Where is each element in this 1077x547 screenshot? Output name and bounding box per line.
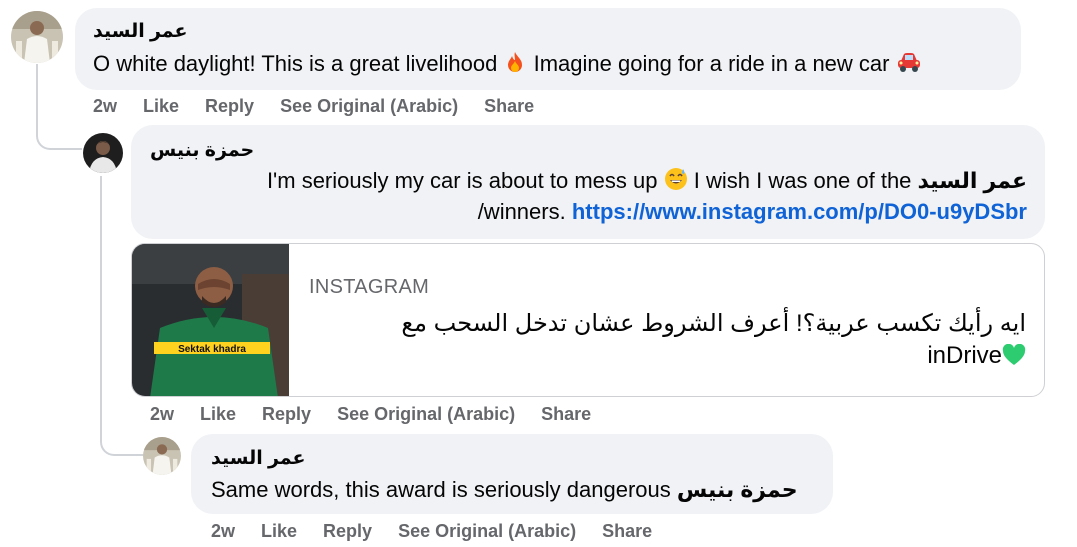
link-preview-card[interactable]: Sektak khadra INSTAGRAM ايه رأيك تكسب عر… xyxy=(131,243,1045,397)
preview-title-brand: inDrive xyxy=(927,342,1002,369)
comment-text-line1: I'm seriously my car is about to mess up… xyxy=(267,167,1027,197)
avatar-omar[interactable] xyxy=(11,11,63,63)
comment-text-part: I wish I was one of the xyxy=(693,168,912,193)
see-original-button[interactable]: See Original (Arabic) xyxy=(280,96,458,117)
avatar-omar-reply[interactable] xyxy=(143,437,181,475)
see-original-button[interactable]: See Original (Arabic) xyxy=(398,521,576,542)
reply-button[interactable]: Reply xyxy=(323,521,372,542)
green-heart-icon xyxy=(1002,343,1026,375)
like-button[interactable]: Like xyxy=(143,96,179,117)
preview-thumbnail: Sektak khadra xyxy=(132,244,289,396)
mention-link[interactable]: عمر السيد xyxy=(918,168,1027,193)
comment-time[interactable]: 2w xyxy=(93,96,117,117)
comment-text-part: /winners. xyxy=(477,199,566,224)
comment-text-part: Same words, this award is seriously dang… xyxy=(211,477,671,502)
comment-actions-2: 2w Like Reply See Original (Arabic) Shar… xyxy=(150,404,591,425)
reply-button[interactable]: Reply xyxy=(205,96,254,117)
reply-button[interactable]: Reply xyxy=(262,404,311,425)
like-button[interactable]: Like xyxy=(200,404,236,425)
car-icon xyxy=(896,50,922,80)
fire-icon xyxy=(503,50,527,80)
share-button[interactable]: Share xyxy=(602,521,652,542)
comment-text-part: Imagine going for a ride in a new car xyxy=(533,51,890,76)
preview-source: INSTAGRAM xyxy=(309,276,430,298)
share-button[interactable]: Share xyxy=(541,404,591,425)
mention-link[interactable]: حمزة بنيس xyxy=(677,477,798,502)
comment-time[interactable]: 2w xyxy=(211,521,235,542)
comment-actions-1: 2w Like Reply See Original (Arabic) Shar… xyxy=(93,96,534,117)
comment-author[interactable]: عمر السيد xyxy=(93,20,188,43)
comment-author[interactable]: حمزة بنيس xyxy=(150,139,254,162)
preview-title-line2: inDrive xyxy=(326,340,1026,375)
comment-text-part: O white daylight! This is a great liveli… xyxy=(93,51,498,76)
like-button[interactable]: Like xyxy=(261,521,297,542)
grinning-sweat-icon xyxy=(664,167,688,197)
comment-text-part: I'm seriously my car is about to mess up xyxy=(266,168,658,193)
instagram-link[interactable]: https://www.instagram.com/p/DO0-u9yDSbr xyxy=(572,199,1027,224)
thumb-caption: Sektak khadra xyxy=(178,344,246,355)
comment-actions-3: 2w Like Reply See Original (Arabic) Shar… xyxy=(211,521,652,542)
comment-bubble-1: عمر السيد O white daylight! This is a gr… xyxy=(75,8,1021,90)
preview-title: ايه رأيك تكسب عربية؟! أعرف الشروط عشان ت… xyxy=(326,308,1026,375)
comment-time[interactable]: 2w xyxy=(150,404,174,425)
share-button[interactable]: Share xyxy=(484,96,534,117)
see-original-button[interactable]: See Original (Arabic) xyxy=(337,404,515,425)
preview-title-line: ايه رأيك تكسب عربية؟! أعرف الشروط عشان ت… xyxy=(401,310,1026,337)
comment-text: O white daylight! This is a great liveli… xyxy=(93,50,922,80)
comment-bubble-2: حمزة بنيس I'm seriously my car is about … xyxy=(131,125,1045,239)
avatar-hamza[interactable] xyxy=(83,133,123,173)
comment-author[interactable]: عمر السيد xyxy=(211,447,306,470)
comment-text: Same words, this award is seriously dang… xyxy=(211,477,798,503)
thread-line-1 xyxy=(36,64,82,150)
comment-bubble-3: عمر السيد Same words, this award is seri… xyxy=(191,434,833,514)
comment-text-line2: /winners. https://www.instagram.com/p/DO… xyxy=(478,199,1027,225)
